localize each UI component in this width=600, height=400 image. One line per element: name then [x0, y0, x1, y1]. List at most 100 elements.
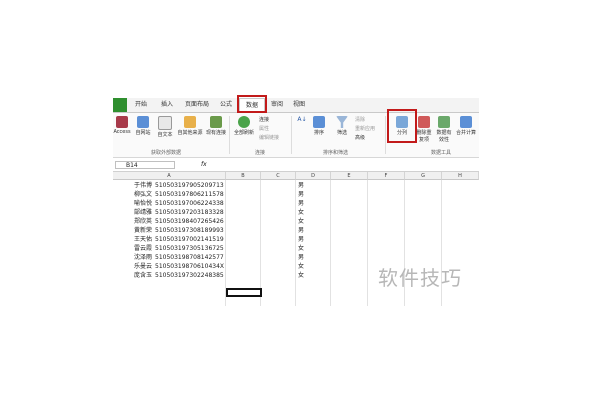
table-row: 喻怡悦 510503197006224338 男: [113, 199, 479, 208]
table-row: 沈泽雨 510503198708142577 男: [113, 253, 479, 262]
tab-home[interactable]: 开始: [135, 98, 147, 112]
clear-filter-button[interactable]: 清除: [355, 116, 365, 123]
ribbon-separator: [229, 116, 230, 154]
from-web-button[interactable]: 自网站: [133, 116, 153, 136]
consolidate-icon: [460, 116, 472, 128]
cell-id-number[interactable]: 510503197806211578: [155, 190, 224, 199]
ribbon-separator: [291, 116, 292, 154]
from-access-button[interactable]: Access: [113, 116, 131, 135]
cell-gender[interactable]: 男: [298, 253, 304, 262]
cell-gender[interactable]: 男: [298, 226, 304, 235]
cell-gender[interactable]: 男: [298, 181, 304, 190]
table-row: 黄新荣 510503197308189993 男: [113, 226, 479, 235]
column-header-c[interactable]: C: [261, 172, 296, 180]
cell-name[interactable]: 郑欣英: [134, 217, 152, 226]
cell-id-number[interactable]: 510503197308189993: [155, 226, 224, 235]
filter-button[interactable]: 筛选: [333, 116, 351, 136]
column-header-f[interactable]: F: [368, 172, 405, 180]
cell-gender[interactable]: 男: [298, 199, 304, 208]
web-icon: [137, 116, 149, 128]
cell-name[interactable]: 于伟博: [134, 181, 152, 190]
data-tab-highlight: [237, 95, 267, 113]
ribbon-separator: [385, 116, 386, 154]
table-row: 柳弘文 510503197806211578 男: [113, 190, 479, 199]
sort-az-icon: A↓: [297, 116, 307, 123]
sort-az-button[interactable]: A↓: [296, 116, 308, 123]
table-row: 于伟博 510503197905209713 男: [113, 181, 479, 190]
cell-id-number[interactable]: 510503197002141519: [155, 235, 224, 244]
connections-icon: [210, 116, 222, 128]
remove-duplicates-button[interactable]: 删除重复项: [415, 116, 433, 143]
cell-gender[interactable]: 女: [298, 217, 304, 226]
from-other-sources-button[interactable]: 自其他来源: [177, 116, 203, 136]
formula-bar: B14 fx: [113, 160, 479, 172]
tab-view[interactable]: 视图: [293, 98, 305, 112]
name-box[interactable]: B14: [115, 161, 175, 169]
cell-name[interactable]: 雷云霞: [134, 244, 152, 253]
ribbon: Access 自网站 自文本 自其他来源 现有连接 获取外部数据 全部刷新 连接…: [113, 113, 479, 158]
watermark-text: 软件技巧: [378, 266, 462, 290]
validation-icon: [438, 116, 450, 128]
existing-connections-button[interactable]: 现有连接: [205, 116, 227, 136]
from-text-button[interactable]: 自文本: [155, 116, 175, 138]
cell-gender[interactable]: 男: [298, 190, 304, 199]
cell-id-number[interactable]: 510503197302248385: [155, 271, 224, 280]
cell-id-number[interactable]: 510503197905209713: [155, 181, 224, 190]
table-row: 王天佑 510503197002141519 男: [113, 235, 479, 244]
group-label-external: 获取外部数据: [151, 150, 182, 156]
cell-name[interactable]: 郜靖雅: [134, 208, 152, 217]
cell-name[interactable]: 沈泽雨: [134, 253, 152, 262]
cell-id-number[interactable]: 510503198407265426: [155, 217, 224, 226]
group-label-data-tools: 数据工具: [431, 150, 452, 156]
other-sources-icon: [184, 116, 196, 128]
column-header-a[interactable]: A: [113, 172, 226, 180]
cell-gender[interactable]: 女: [298, 262, 304, 271]
cell-gender[interactable]: 女: [298, 208, 304, 217]
column-header-g[interactable]: G: [405, 172, 442, 180]
reapply-button[interactable]: 重新应用: [355, 125, 375, 132]
cell-gender[interactable]: 女: [298, 244, 304, 253]
cell-name[interactable]: 喻怡悦: [134, 199, 152, 208]
refresh-all-button[interactable]: 全部刷新: [233, 116, 255, 136]
consolidate-button[interactable]: 合并计算: [455, 116, 477, 136]
tab-review[interactable]: 审阅: [271, 98, 283, 112]
tab-insert[interactable]: 插入: [161, 98, 173, 112]
remove-duplicates-icon: [418, 116, 430, 128]
column-header-e[interactable]: E: [331, 172, 368, 180]
table-row: 郜靖雅 510503197203183328 女: [113, 208, 479, 217]
refresh-icon: [238, 116, 250, 128]
properties-button[interactable]: 属性: [259, 125, 269, 132]
advanced-filter-button[interactable]: 高级: [355, 134, 365, 141]
data-validation-button[interactable]: 数据有效性: [435, 116, 453, 143]
cell-id-number[interactable]: 51050319870610434X: [155, 262, 224, 271]
column-header-b[interactable]: B: [226, 172, 261, 180]
group-label-sort-filter: 排序和筛选: [323, 150, 349, 156]
cell-gender[interactable]: 男: [298, 235, 304, 244]
file-tab[interactable]: [113, 98, 127, 112]
tab-formulas[interactable]: 公式: [220, 98, 232, 112]
cell-name[interactable]: 黄新荣: [134, 226, 152, 235]
cell-id-number[interactable]: 510503198708142577: [155, 253, 224, 262]
table-row: 雷云霞 510503197305136725 女: [113, 244, 479, 253]
funnel-icon: [336, 116, 348, 128]
cell-id-number[interactable]: 510503197305136725: [155, 244, 224, 253]
sort-button[interactable]: 排序: [309, 116, 329, 136]
column-header-h[interactable]: H: [442, 172, 479, 180]
edit-links-button[interactable]: 编辑链接: [259, 134, 279, 141]
cell-name[interactable]: 柳弘文: [134, 190, 152, 199]
group-label-connections: 连接: [255, 150, 266, 156]
sort-icon: [313, 116, 325, 128]
cell-gender[interactable]: 女: [298, 271, 304, 280]
cell-id-number[interactable]: 510503197006224338: [155, 199, 224, 208]
cell-id-number[interactable]: 510503197203183328: [155, 208, 224, 217]
selected-cell-b14[interactable]: [226, 288, 262, 297]
column-header-d[interactable]: D: [296, 172, 331, 180]
split-button-highlight: [387, 109, 417, 143]
cell-name[interactable]: 王天佑: [134, 235, 152, 244]
fx-icon[interactable]: fx: [201, 160, 207, 170]
cell-name[interactable]: 庞含玉: [134, 271, 152, 280]
tab-page-layout[interactable]: 页面布局: [185, 98, 209, 112]
cell-name[interactable]: 乐曼云: [134, 262, 152, 271]
connections-button[interactable]: 连接: [259, 116, 269, 123]
table-row: 郑欣英 510503198407265426 女: [113, 217, 479, 226]
